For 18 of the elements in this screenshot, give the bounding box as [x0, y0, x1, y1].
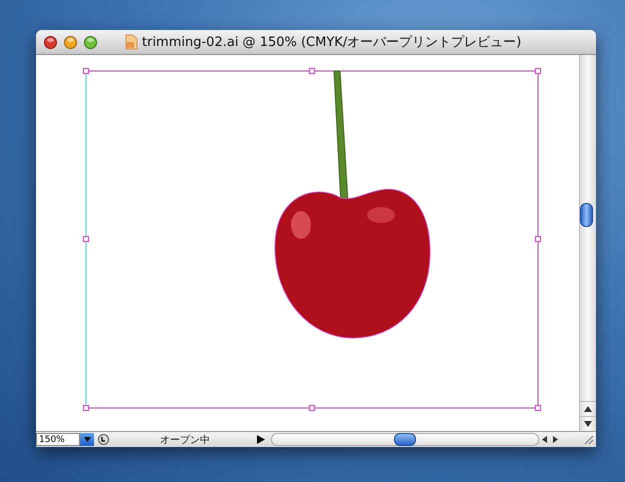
horizontal-scrollbar[interactable] — [271, 433, 539, 446]
caret-icon — [84, 437, 90, 442]
vertical-scrollbar[interactable] — [579, 55, 596, 431]
resize-grip-icon[interactable] — [583, 434, 594, 445]
scroll-up-icon[interactable] — [584, 406, 592, 412]
zoom-field[interactable]: 150% — [36, 433, 80, 446]
status-text: オープン中 — [159, 434, 211, 446]
minimize-button[interactable] — [64, 36, 77, 48]
clock-icon[interactable] — [98, 434, 109, 445]
scroll-thumb[interactable] — [580, 203, 593, 227]
zoom-dropdown-button[interactable] — [80, 433, 94, 446]
horizontal-scroll-thumb[interactable] — [394, 433, 416, 446]
document-icon — [124, 34, 138, 50]
window-title: trimming-02.ai @ 150% (CMYK/オーバープリントプレビュー) — [142, 34, 522, 51]
status-menu-arrow-icon[interactable] — [257, 435, 265, 444]
zoom-button[interactable] — [84, 36, 97, 48]
close-button[interactable] — [44, 36, 57, 48]
scroll-down-icon[interactable] — [584, 421, 592, 427]
